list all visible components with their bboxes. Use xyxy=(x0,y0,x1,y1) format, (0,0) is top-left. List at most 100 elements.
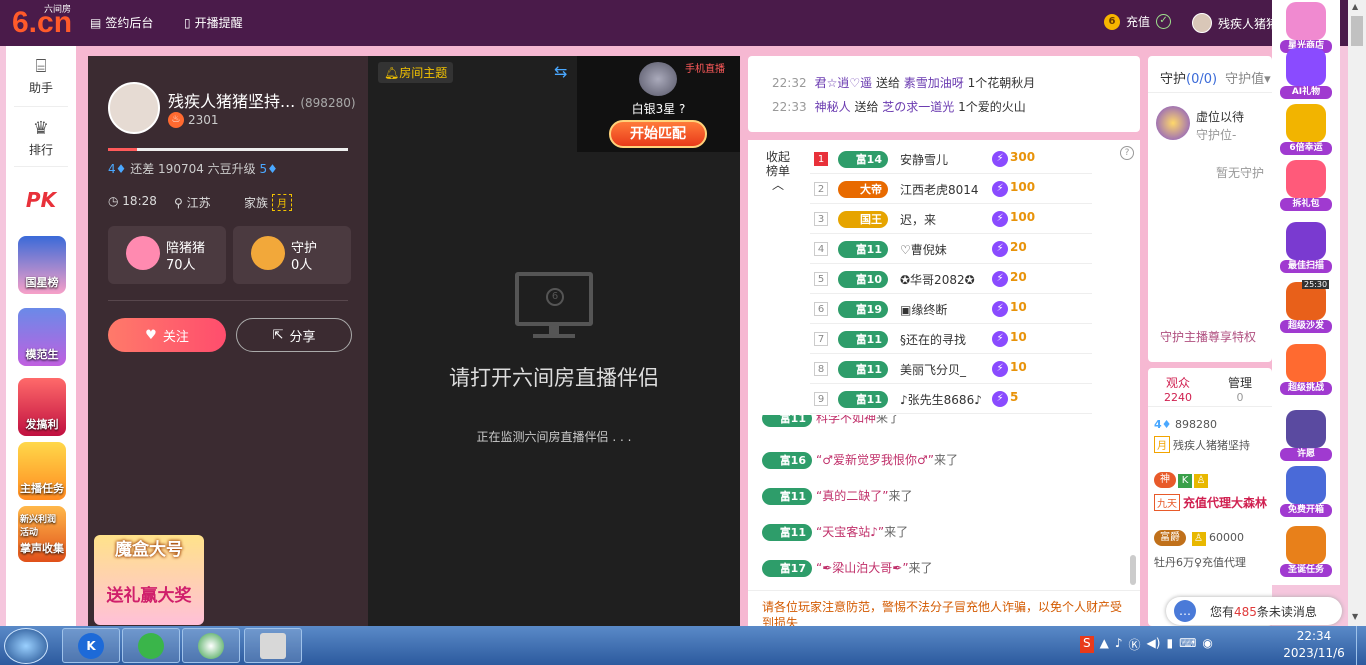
rank-row[interactable]: 7 富11 §还在的寻找 ⚡ 10 xyxy=(810,324,1092,354)
rank-row[interactable]: 3 国王 迟，来 ⚡ 100 xyxy=(810,204,1092,234)
security-icon[interactable]: ◉ xyxy=(1202,636,1212,653)
taskbar-app-browser[interactable] xyxy=(182,628,240,663)
show-desktop-button[interactable] xyxy=(1356,626,1366,665)
sogou-icon[interactable]: S xyxy=(1080,636,1094,653)
guard-privilege-link[interactable]: 守护主播尊享特权 xyxy=(1160,328,1256,345)
room-theme-button[interactable]: 🔔︎房间主题 xyxy=(378,62,454,83)
rank-value: ⚡ 10 xyxy=(992,330,1027,347)
start-match-button[interactable]: 开始匹配 xyxy=(609,120,707,148)
help-icon[interactable]: ? xyxy=(1120,146,1134,160)
family[interactable]: 家族月 xyxy=(244,194,293,211)
rank-number: 4 xyxy=(814,242,828,256)
rail-item[interactable]: AI礼物 xyxy=(1280,48,1332,102)
keyboard-icon[interactable]: ⌨ xyxy=(1179,636,1196,653)
applause-tile[interactable]: 新兴利润活动 掌声收集 xyxy=(18,506,66,562)
rail-item[interactable]: 超级沙发 25:30 xyxy=(1280,280,1332,336)
rank-row[interactable]: 6 富19 ▣缘终断 ⚡ 10 xyxy=(810,294,1092,324)
bell-icon[interactable]: ♪ xyxy=(1115,636,1123,653)
rank-button[interactable]: ♛ 排行 xyxy=(6,118,76,158)
collapse-rank-button[interactable]: 收起榜单 ︿ xyxy=(764,150,792,192)
viewer-row[interactable]: 牡丹6万♀充值代理 xyxy=(1154,554,1246,570)
anchor-avatar[interactable] xyxy=(108,82,160,134)
live-reminder-link[interactable]: ▯ 开播提醒 xyxy=(184,14,243,31)
bonus-tile[interactable]: 发搞利 xyxy=(18,378,66,436)
chat-action: 来了 xyxy=(876,415,901,425)
viewer-row[interactable]: 月残疾人猪猪坚持 xyxy=(1154,436,1250,453)
user-menu[interactable]: 残疾人猪猪 xyxy=(1192,13,1278,33)
scroll-up-icon[interactable]: ▲ xyxy=(1352,2,1358,11)
assistant-button[interactable]: ⌸ 助手 xyxy=(6,56,76,96)
help-icon[interactable]: ? xyxy=(679,102,685,116)
rail-item[interactable]: 最佳扫描 xyxy=(1280,222,1332,276)
fire-count: ♨ 2301 xyxy=(168,112,219,128)
viewer-row[interactable]: 九天 充值代理大森林 xyxy=(1154,494,1267,511)
rank-row[interactable]: 4 富11 ♡曹倪妹 ⚡ 20 xyxy=(810,234,1092,264)
share-button[interactable]: ⇱ 分享 xyxy=(236,318,352,352)
tab-admin[interactable]: 管理 0 xyxy=(1228,374,1252,404)
model-student-tile[interactable]: 模范生 xyxy=(18,308,66,366)
taskbar-app-calculator[interactable] xyxy=(244,628,302,663)
chat-bubble-icon: … xyxy=(1174,600,1196,622)
site-logo[interactable]: 6.cn 六间房 xyxy=(12,4,72,40)
tray-expand-icon[interactable]: ▲ xyxy=(1100,636,1109,653)
rank-number: 7 xyxy=(814,332,828,346)
magic-box-promo[interactable]: 魔盒大号 送礼赢大奖 xyxy=(94,535,204,625)
rank-value-text: 300 xyxy=(1010,150,1036,164)
gift-user[interactable]: 君☆逍♡遥 xyxy=(815,76,873,90)
star-rank-tile[interactable]: 国星榜 xyxy=(18,236,66,294)
rail-item-label: 最佳扫描 xyxy=(1280,260,1332,273)
taskbar-app-wechat[interactable] xyxy=(122,628,180,663)
viewer-row[interactable]: 富爵 ♙ 60000 xyxy=(1154,530,1244,546)
companion-stat[interactable]: 陪猪猪 70人 xyxy=(108,226,226,284)
rank-row[interactable]: 1 富14 安静雪儿 ⚡ 300 xyxy=(810,144,1092,174)
rank-row[interactable]: 5 富10 ✪华哥2082✪ ⚡ 20 xyxy=(810,264,1092,294)
guard-stat[interactable]: 守护 0人 xyxy=(233,226,351,284)
chat-feed: 富11 科学不如神来了 富16 “♂爱新觉罗我恨你♂”来了 富11 “真的二缺了”来了 富1… xyxy=(748,415,1140,590)
chat-user[interactable]: 科学不如神 xyxy=(816,415,876,425)
volume-icon[interactable]: ◀) xyxy=(1147,636,1161,653)
rail-item[interactable]: 6倍幸运 xyxy=(1280,104,1332,158)
recharge-button[interactable]: 6 充值 ✓ xyxy=(1104,13,1172,30)
chat-scrollbar[interactable] xyxy=(1130,555,1136,585)
tab-audience[interactable]: 观众 2240 xyxy=(1164,374,1192,404)
chat-user[interactable]: “✒梁山泊大哥✒” xyxy=(816,561,909,575)
rail-item[interactable]: 圣诞任务 xyxy=(1280,526,1332,580)
rail-item[interactable]: 超级挑战 xyxy=(1280,344,1332,398)
rank-row[interactable]: 2 大帝 江西老虎8014 ⚡ 100 xyxy=(810,174,1092,204)
system-tray: S ▲ ♪ Ⓚ ◀) ▮ ⌨ ◉ xyxy=(1080,636,1213,653)
chat-action: 来了 xyxy=(884,525,909,539)
gift-user[interactable]: 神秘人 xyxy=(815,100,851,114)
start-button[interactable] xyxy=(4,628,48,664)
tab-guard-value[interactable]: 守护值▾ xyxy=(1225,72,1271,87)
anchor-task-tile[interactable]: 主播任务 xyxy=(18,442,66,500)
rank-row[interactable]: 8 富11 美丽飞分贝_ ⚡ 10 xyxy=(810,354,1092,384)
network-icon[interactable]: ▮ xyxy=(1166,636,1173,653)
pk-button[interactable]: PK xyxy=(6,188,76,212)
guard-slot-avatar[interactable] xyxy=(1156,106,1190,140)
rank-badge: 富19 xyxy=(838,301,888,318)
tab-guard[interactable]: 守护(0/0) xyxy=(1160,72,1217,87)
gift-target[interactable]: 芝の求一道光 xyxy=(882,100,954,114)
rail-item-label: 超级沙发 xyxy=(1280,320,1332,333)
system-clock[interactable]: 22:34 2023/11/6 xyxy=(1276,628,1352,662)
scroll-thumb[interactable] xyxy=(1351,16,1363,46)
swap-icon[interactable]: ⇆ xyxy=(554,62,567,81)
rank-row[interactable]: 9 富11 ♪张先生8686♪ ⚡ 5 xyxy=(810,384,1092,414)
rank-value: ⚡ 20 xyxy=(992,270,1027,287)
contract-backend-link[interactable]: ▤ 签约后台 xyxy=(90,14,153,31)
viewer-row[interactable]: 4♦ 898280 xyxy=(1154,418,1217,431)
viewer-row[interactable]: 神 K ♙ xyxy=(1154,472,1208,488)
chat-user[interactable]: “♂爱新觉罗我恨你♂” xyxy=(816,453,934,467)
chat-user[interactable]: “真的二缺了” xyxy=(816,489,888,503)
rail-item[interactable]: 许愿 xyxy=(1280,410,1332,464)
follow-button[interactable]: ♥ 关注 xyxy=(108,318,226,352)
unread-messages-button[interactable]: … 您有485条未读消息 xyxy=(1166,597,1342,625)
rail-item[interactable]: 免费开箱 xyxy=(1280,466,1332,520)
rail-item[interactable]: 拆礼包 xyxy=(1280,160,1332,214)
k-tray-icon[interactable]: Ⓚ xyxy=(1129,636,1141,653)
chat-user[interactable]: “天宝客站♪” xyxy=(816,525,884,539)
taskbar-app-k[interactable]: K xyxy=(62,628,120,663)
gift-target[interactable]: 素雪加油呀 xyxy=(904,76,964,90)
page-scrollbar[interactable]: ▲ ▼ xyxy=(1348,0,1366,626)
scroll-down-icon[interactable]: ▼ xyxy=(1352,612,1358,621)
